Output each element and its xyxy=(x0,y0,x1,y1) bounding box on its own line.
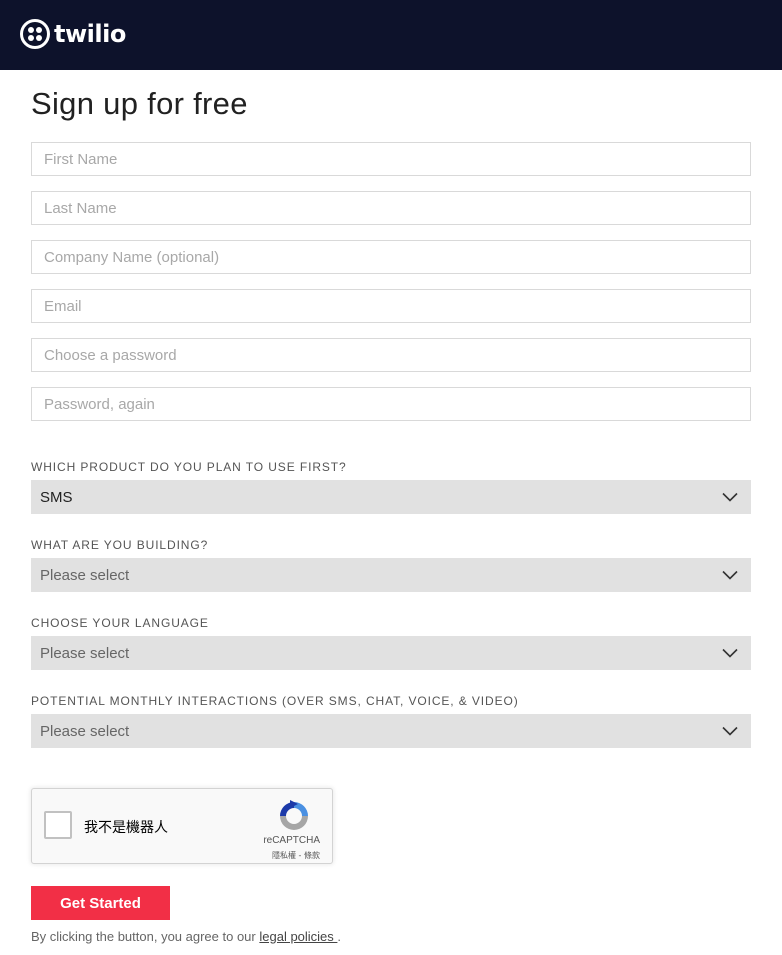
building-select-value: Please select xyxy=(40,566,130,584)
password-again-input[interactable] xyxy=(31,387,751,421)
product-select[interactable]: SMS xyxy=(31,480,751,514)
top-bar: twilio xyxy=(0,0,782,70)
product-select-value: SMS xyxy=(40,488,73,506)
email-input[interactable] xyxy=(31,289,751,323)
get-started-button[interactable]: Get Started xyxy=(31,886,170,920)
recaptcha-brand: reCAPTCHA xyxy=(263,835,320,846)
chevron-down-icon xyxy=(722,492,738,502)
password-input[interactable] xyxy=(31,338,751,372)
company-name-input[interactable] xyxy=(31,240,751,274)
recaptcha-icon xyxy=(280,800,308,830)
product-label: WHICH PRODUCT DO YOU PLAN TO USE FIRST? xyxy=(31,460,347,474)
recaptcha-widget: 我不是機器人 reCAPTCHA 隱私權 - 條款 xyxy=(31,788,333,864)
recaptcha-checkbox[interactable] xyxy=(44,811,72,839)
legal-prefix: By clicking the button, you agree to our xyxy=(31,929,260,944)
legal-notice: By clicking the button, you agree to our… xyxy=(31,929,341,944)
chevron-down-icon xyxy=(722,570,738,580)
legal-suffix: . xyxy=(337,929,342,944)
building-select[interactable]: Please select xyxy=(31,558,751,592)
chevron-down-icon xyxy=(722,648,738,658)
last-name-input[interactable] xyxy=(31,191,751,225)
twilio-logo-icon xyxy=(20,19,50,49)
building-label: WHAT ARE YOU BUILDING? xyxy=(31,538,209,552)
language-select[interactable]: Please select xyxy=(31,636,751,670)
chevron-down-icon xyxy=(722,726,738,736)
page-title: Sign up for free xyxy=(31,86,248,121)
recaptcha-terms-link[interactable]: 隱私權 - 條款 xyxy=(272,850,320,861)
interactions-label: POTENTIAL MONTHLY INTERACTIONS (OVER SMS… xyxy=(31,694,519,708)
language-label: CHOOSE YOUR LANGUAGE xyxy=(31,616,209,630)
first-name-input[interactable] xyxy=(31,142,751,176)
twilio-logo[interactable]: twilio xyxy=(20,19,126,49)
recaptcha-label: 我不是機器人 xyxy=(84,820,168,836)
logo-text: twilio xyxy=(54,20,126,48)
legal-policies-link[interactable]: legal policies xyxy=(259,929,337,944)
language-select-value: Please select xyxy=(40,644,130,662)
interactions-select-value: Please select xyxy=(40,722,130,740)
interactions-select[interactable]: Please select xyxy=(31,714,751,748)
